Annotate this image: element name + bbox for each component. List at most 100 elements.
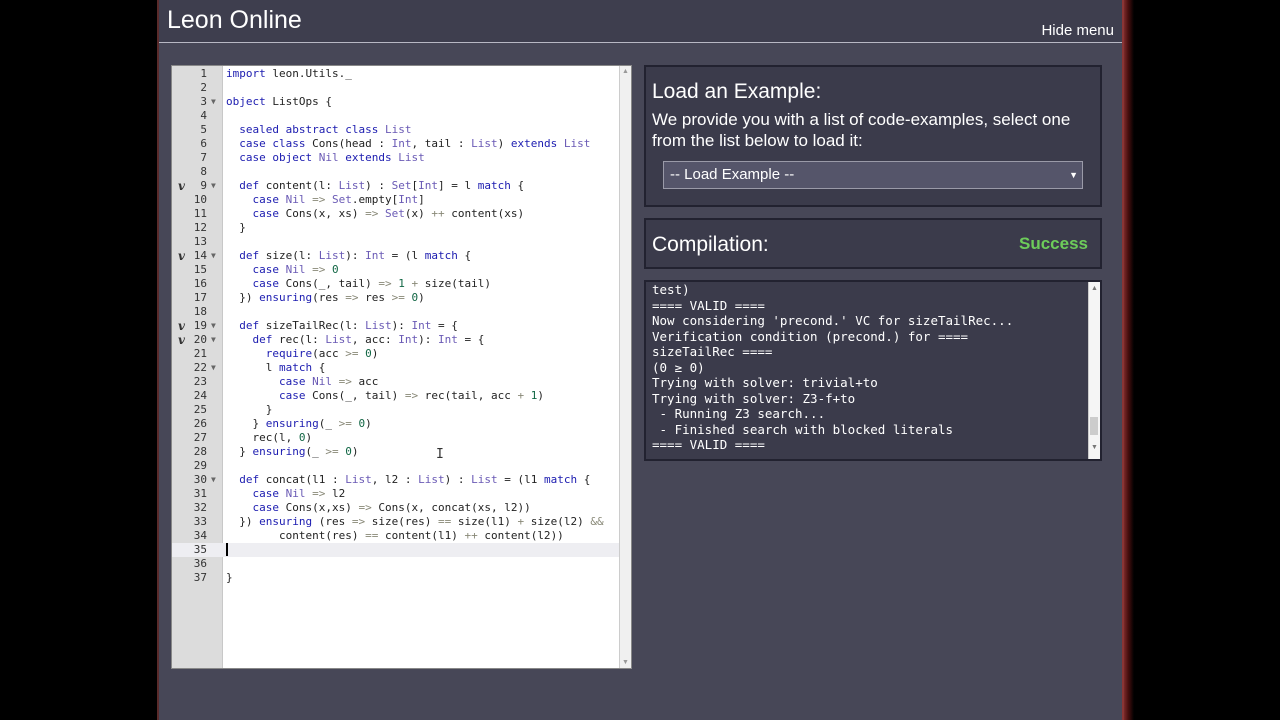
console-scrollbar[interactable]: ▲ ▼ [1088,282,1100,459]
scrollbar-thumb[interactable] [1090,417,1098,435]
triangle-down-icon[interactable]: ▼ [211,333,216,347]
code-line[interactable]: v 20 ▼ def rec(l: List, acc: Int): Int = { [172,333,621,347]
console-line: test) [652,282,690,297]
code-text[interactable]: def rec(l: List, acc: Int): Int = { [226,333,485,347]
code-text[interactable]: } [226,403,273,417]
line-number: 37 [193,571,207,584]
code-line[interactable]: 10 case Nil => Set.empty[Int] [172,193,621,207]
example-select[interactable]: -- Load Example -- ▼ [663,161,1083,189]
code-text[interactable]: def size(l: List): Int = (l match { [226,249,471,263]
code-line[interactable]: 36 [172,557,621,571]
console-output[interactable]: test) ==== VALID ==== Now considering 'pre… [644,280,1102,461]
code-line[interactable]: 30 ▼ def concat(l1 : List, l2 : List) : L… [172,473,621,487]
hide-menu-link[interactable]: Hide menu [1041,22,1114,39]
triangle-down-icon[interactable]: ▼ [211,319,216,333]
arrow-down-icon[interactable]: ▼ [622,659,629,666]
code-line[interactable]: 16 case Cons(_, tail) => 1 + size(tail) [172,277,621,291]
line-number: 9 [200,179,207,192]
code-line[interactable]: 31 case Nil => l2 [172,487,621,501]
code-line[interactable]: 17 }) ensuring(res => res >= 0) [172,291,621,305]
mouse-ibeam-cursor: I [436,447,444,462]
code-line[interactable]: v 9 ▼ def content(l: List) : Set[Int] = l … [172,179,621,193]
code-line[interactable]: v 14 ▼ def size(l: List): Int = (l match { [172,249,621,263]
code-line[interactable]: 27 rec(l, 0) [172,431,621,445]
code-line[interactable]: 4 [172,109,621,123]
code-line[interactable]: 33 }) ensuring (res => size(res) == size… [172,515,621,529]
triangle-down-icon[interactable]: ▼ [211,179,216,193]
code-text[interactable]: } ensuring(_ >= 0) [226,445,358,459]
code-text[interactable]: case Cons(_, tail) => 1 + size(tail) [226,277,492,291]
code-line[interactable]: 21 require(acc >= 0) [172,347,621,361]
code-text[interactable]: case Cons(x,xs) => Cons(x, concat(xs, l2… [226,501,531,515]
triangle-down-icon[interactable]: ▼ [211,249,216,263]
code-lines[interactable]: 1 import leon.Utils._ 2 3 ▼ object ListOps {4… [172,66,621,668]
triangle-down-icon[interactable]: ▼ [211,95,216,109]
line-number: 10 [193,193,207,206]
code-text[interactable]: case Nil => acc [226,375,378,389]
triangle-down-icon[interactable]: ▼ [211,361,216,375]
code-line[interactable]: 18 [172,305,621,319]
code-text[interactable]: l match { [226,361,326,375]
arrow-up-icon[interactable]: ▲ [1091,285,1098,292]
load-example-description: We provide you with a list of code-examp… [652,110,1071,150]
code-line[interactable]: 23 case Nil => acc [172,375,621,389]
code-line[interactable]: 29 [172,459,621,473]
arrow-up-icon[interactable]: ▲ [622,68,629,75]
triangle-down-icon[interactable]: ▼ [211,473,216,487]
arrow-down-icon[interactable]: ▼ [1091,444,1098,451]
code-text[interactable]: require(acc >= 0) [226,347,379,361]
line-number: 12 [193,221,207,234]
code-line[interactable]: 2 [172,81,621,95]
code-text[interactable]: case Nil => l2 [226,487,346,501]
code-editor[interactable]: 1 import leon.Utils._ 2 3 ▼ object ListOps {4… [171,65,632,669]
example-select-value: -- Load Example -- [670,166,795,183]
code-line[interactable]: 8 [172,165,621,179]
code-text[interactable]: case Cons(_, tail) => rec(tail, acc + 1) [226,389,544,403]
code-text[interactable]: case Nil => Set.empty[Int] [226,193,425,207]
code-text[interactable]: def concat(l1 : List, l2 : List) : List … [226,473,590,487]
code-line[interactable]: 24 case Cons(_, tail) => rec(tail, acc +… [172,389,621,403]
code-text[interactable]: } [226,221,246,235]
line-number: 29 [193,459,207,472]
code-line[interactable]: 22 ▼ l match { [172,361,621,375]
code-line[interactable]: 35 [172,543,621,557]
code-text[interactable]: import leon.Utils._ [226,67,352,81]
code-line[interactable]: 1 import leon.Utils._ [172,67,621,81]
code-text[interactable]: } ensuring(_ >= 0) [226,417,372,431]
code-text[interactable]: content(res) == content(l1) ++ content(l… [226,529,564,543]
code-text[interactable]: }) ensuring(res => res >= 0) [226,291,424,305]
code-line[interactable]: 6 case class Cons(head : Int, tail : Lis… [172,137,621,151]
code-text[interactable]: case Cons(x, xs) => Set(x) ++ content(xs… [226,207,525,221]
code-line[interactable]: 26 } ensuring(_ >= 0) [172,417,621,431]
code-line[interactable]: 25 } [172,403,621,417]
code-line[interactable]: 5 sealed abstract class List [172,123,621,137]
code-text[interactable]: def sizeTailRec(l: List): Int = { [226,319,458,333]
code-line[interactable]: 3 ▼ object ListOps { [172,95,621,109]
code-text[interactable]: case Nil => 0 [226,263,339,277]
code-line[interactable]: 7 case object Nil extends List [172,151,621,165]
code-line[interactable]: 37} [172,571,621,585]
code-text[interactable]: sealed abstract class List [226,123,411,137]
code-text[interactable]: def content(l: List) : Set[Int] = l matc… [226,179,524,193]
line-number: 1 [200,67,207,80]
line-number: 27 [193,431,207,444]
code-text[interactable]: } [226,571,233,585]
code-text[interactable]: object ListOps { [226,95,332,109]
code-line[interactable]: 15 case Nil => 0 [172,263,621,277]
code-line[interactable]: 11 case Cons(x, xs) => Set(x) ++ content… [172,207,621,221]
code-text[interactable]: case class Cons(head : Int, tail : List)… [226,137,590,151]
code-text[interactable]: }) ensuring (res => size(res) == size(l1… [226,515,603,529]
code-line[interactable]: 28 } ensuring(_ >= 0) [172,445,621,459]
console-line: (0 ≥ 0) [652,359,705,375]
code-line[interactable]: 13 [172,235,621,249]
editor-scrollbar[interactable]: ▲ ▼ [619,66,631,668]
code-text[interactable]: rec(l, 0) [226,431,313,445]
line-number: 34 [193,529,207,542]
line-number: 25 [193,403,207,416]
code-line[interactable]: 32 case Cons(x,xs) => Cons(x, concat(xs,… [172,501,621,515]
code-line[interactable]: 34 content(res) == content(l1) ++ conten… [172,529,621,543]
line-number: 11 [193,207,207,220]
code-line[interactable]: v 19 ▼ def sizeTailRec(l: List): Int = { [172,319,621,333]
code-text[interactable]: case object Nil extends List [226,151,424,165]
code-line[interactable]: 12 } [172,221,621,235]
